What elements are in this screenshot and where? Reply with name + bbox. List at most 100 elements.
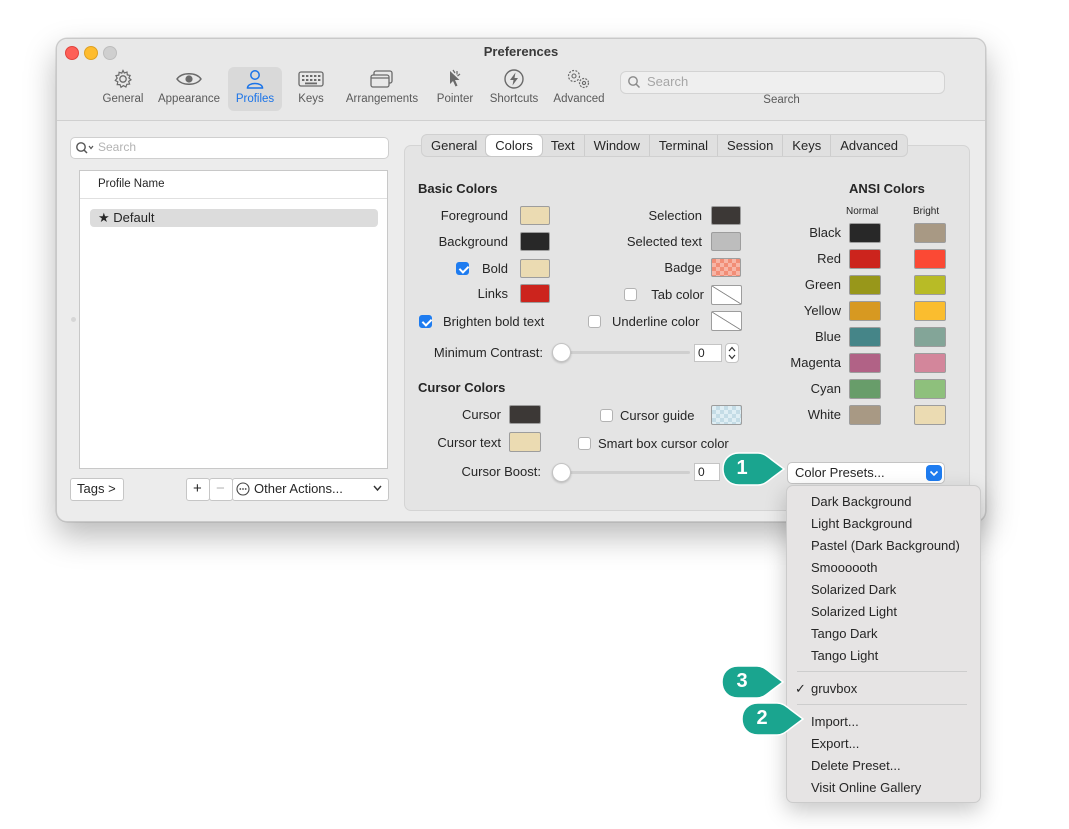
toolbar-search-field[interactable]: Search (620, 71, 945, 94)
other-actions-popup[interactable]: Other Actions... (232, 478, 389, 501)
menu-item-delete-preset[interactable]: Delete Preset... (811, 758, 901, 773)
ansi-yellow-bright-well[interactable] (914, 301, 946, 321)
ansi-white-normal-well[interactable] (849, 405, 881, 425)
callout-2: 2 (739, 701, 805, 739)
ansi-white-bright-well[interactable] (914, 405, 946, 425)
ansi-red-bright-well[interactable] (914, 249, 946, 269)
minimum-contrast-field[interactable]: 0 (694, 344, 722, 362)
cursor-guide-color-well[interactable] (711, 405, 742, 425)
profile-list-header[interactable]: Profile Name (80, 171, 387, 199)
minimum-contrast-slider[interactable] (554, 351, 690, 354)
profile-row[interactable]: ★ Default (90, 209, 378, 227)
cursor-boost-slider[interactable] (554, 471, 690, 474)
add-profile-button[interactable]: + (186, 478, 210, 501)
ansi-yellow-normal-well[interactable] (849, 301, 881, 321)
ansi-black-bright-well[interactable] (914, 223, 946, 243)
menu-item-smooth[interactable]: Smoooooth (811, 560, 878, 575)
tab-terminal[interactable]: Terminal (648, 135, 717, 156)
toolbar-appearance[interactable]: Appearance (155, 67, 223, 111)
ansi-red-normal-well[interactable] (849, 249, 881, 269)
tab-session[interactable]: Session (717, 135, 782, 156)
checkmark-icon: ✓ (795, 681, 806, 696)
toolbar-keys[interactable]: Keys (289, 67, 333, 111)
cursor-boost-value: 0 (698, 465, 705, 479)
toolbar-shortcuts[interactable]: Shortcuts (485, 67, 543, 111)
minimum-contrast-knob[interactable] (552, 343, 571, 362)
smart-box-cursor-checkbox[interactable] (578, 437, 591, 450)
underline-color-well[interactable] (711, 311, 742, 331)
cursor-color-well[interactable] (509, 405, 541, 424)
toolbar-advanced[interactable]: Advanced (550, 67, 608, 111)
ansi-magenta-bright-well[interactable] (914, 353, 946, 373)
person-icon (228, 67, 282, 91)
ansi-normal-header: Normal (846, 206, 879, 217)
menu-item-solarized-light[interactable]: Solarized Light (811, 604, 897, 619)
cursor-guide-label: Cursor guide (620, 408, 695, 423)
toolbar-pointer[interactable]: Pointer (432, 67, 478, 111)
brighten-bold-label: Brighten bold text (443, 314, 545, 329)
ansi-bright-header: Bright (913, 206, 940, 217)
ansi-magenta-normal-well[interactable] (849, 353, 881, 373)
callout-number: 2 (756, 707, 768, 729)
remove-profile-button[interactable]: − (209, 478, 233, 501)
window-title: Preferences (483, 44, 559, 59)
tab-color-label: Tab color (651, 287, 704, 302)
menu-item-dark-background[interactable]: Dark Background (811, 494, 911, 509)
menu-item-tango-light[interactable]: Tango Light (811, 648, 878, 663)
eye-icon (155, 67, 223, 91)
color-presets-popup[interactable]: Color Presets... (787, 462, 945, 484)
background-color-well[interactable] (520, 232, 550, 251)
cursor-boost-knob[interactable] (552, 463, 571, 482)
menu-item-visit-gallery[interactable]: Visit Online Gallery (811, 780, 921, 795)
menu-item-solarized-dark[interactable]: Solarized Dark (811, 582, 896, 597)
toolbar-profiles[interactable]: Profiles (228, 67, 282, 111)
split-handle[interactable] (71, 317, 76, 322)
menu-item-light-background[interactable]: Light Background (811, 516, 912, 531)
links-color-well[interactable] (520, 284, 550, 303)
tab-color-well[interactable] (711, 285, 742, 305)
ansi-blue-bright-well[interactable] (914, 327, 946, 347)
toolbar-arrangements[interactable]: Arrangements (342, 67, 422, 111)
tab-general[interactable]: General (422, 135, 486, 156)
toolbar-label: Keys (298, 93, 324, 105)
ansi-blue-normal-well[interactable] (849, 327, 881, 347)
search-placeholder: Search (98, 140, 137, 154)
cursor-text-color-well[interactable] (509, 432, 541, 452)
underline-color-checkbox[interactable] (588, 315, 601, 328)
menu-item-export[interactable]: Export... (811, 736, 859, 751)
badge-color-well[interactable] (711, 258, 741, 277)
menu-item-tango-dark[interactable]: Tango Dark (811, 626, 877, 641)
profile-name: Default (113, 210, 155, 225)
tab-text[interactable]: Text (542, 135, 584, 156)
bold-color-well[interactable] (520, 259, 550, 278)
underline-color-label: Underline color (612, 314, 700, 329)
tab-window[interactable]: Window (583, 135, 649, 156)
selected-text-color-well[interactable] (711, 232, 741, 251)
star-icon: ★ (98, 210, 110, 225)
minimum-contrast-stepper[interactable] (725, 343, 739, 363)
ansi-green-normal-well[interactable] (849, 275, 881, 295)
profile-search-input[interactable]: Search (70, 137, 389, 159)
ansi-black-normal-well[interactable] (849, 223, 881, 243)
cursor-guide-checkbox[interactable] (600, 409, 613, 422)
menu-item-pastel[interactable]: Pastel (Dark Background) (811, 538, 960, 553)
profile-tabs: General Colors Text Window Terminal Sess… (421, 134, 909, 157)
ansi-cyan-normal-well[interactable] (849, 379, 881, 399)
tab-advanced[interactable]: Advanced (830, 135, 907, 156)
toolbar-label: Arrangements (345, 93, 419, 105)
cursor-boost-field[interactable]: 0 (694, 463, 720, 481)
menu-item-import[interactable]: Import... (811, 714, 859, 729)
menu-item-gruvbox[interactable]: gruvbox (811, 681, 857, 696)
ansi-cyan-bright-well[interactable] (914, 379, 946, 399)
brighten-bold-checkbox[interactable] (419, 315, 432, 328)
tab-colors[interactable]: Colors (486, 135, 542, 156)
selection-color-well[interactable] (711, 206, 741, 225)
tags-button[interactable]: Tags > (70, 478, 124, 501)
selection-label: Selection (648, 208, 702, 223)
tab-keys[interactable]: Keys (782, 135, 830, 156)
bold-label: Bold (481, 261, 508, 276)
ansi-green-bright-well[interactable] (914, 275, 946, 295)
toolbar-general[interactable]: General (101, 67, 145, 111)
foreground-color-well[interactable] (520, 206, 550, 225)
ansi-cyan-label: Cyan (810, 381, 841, 396)
